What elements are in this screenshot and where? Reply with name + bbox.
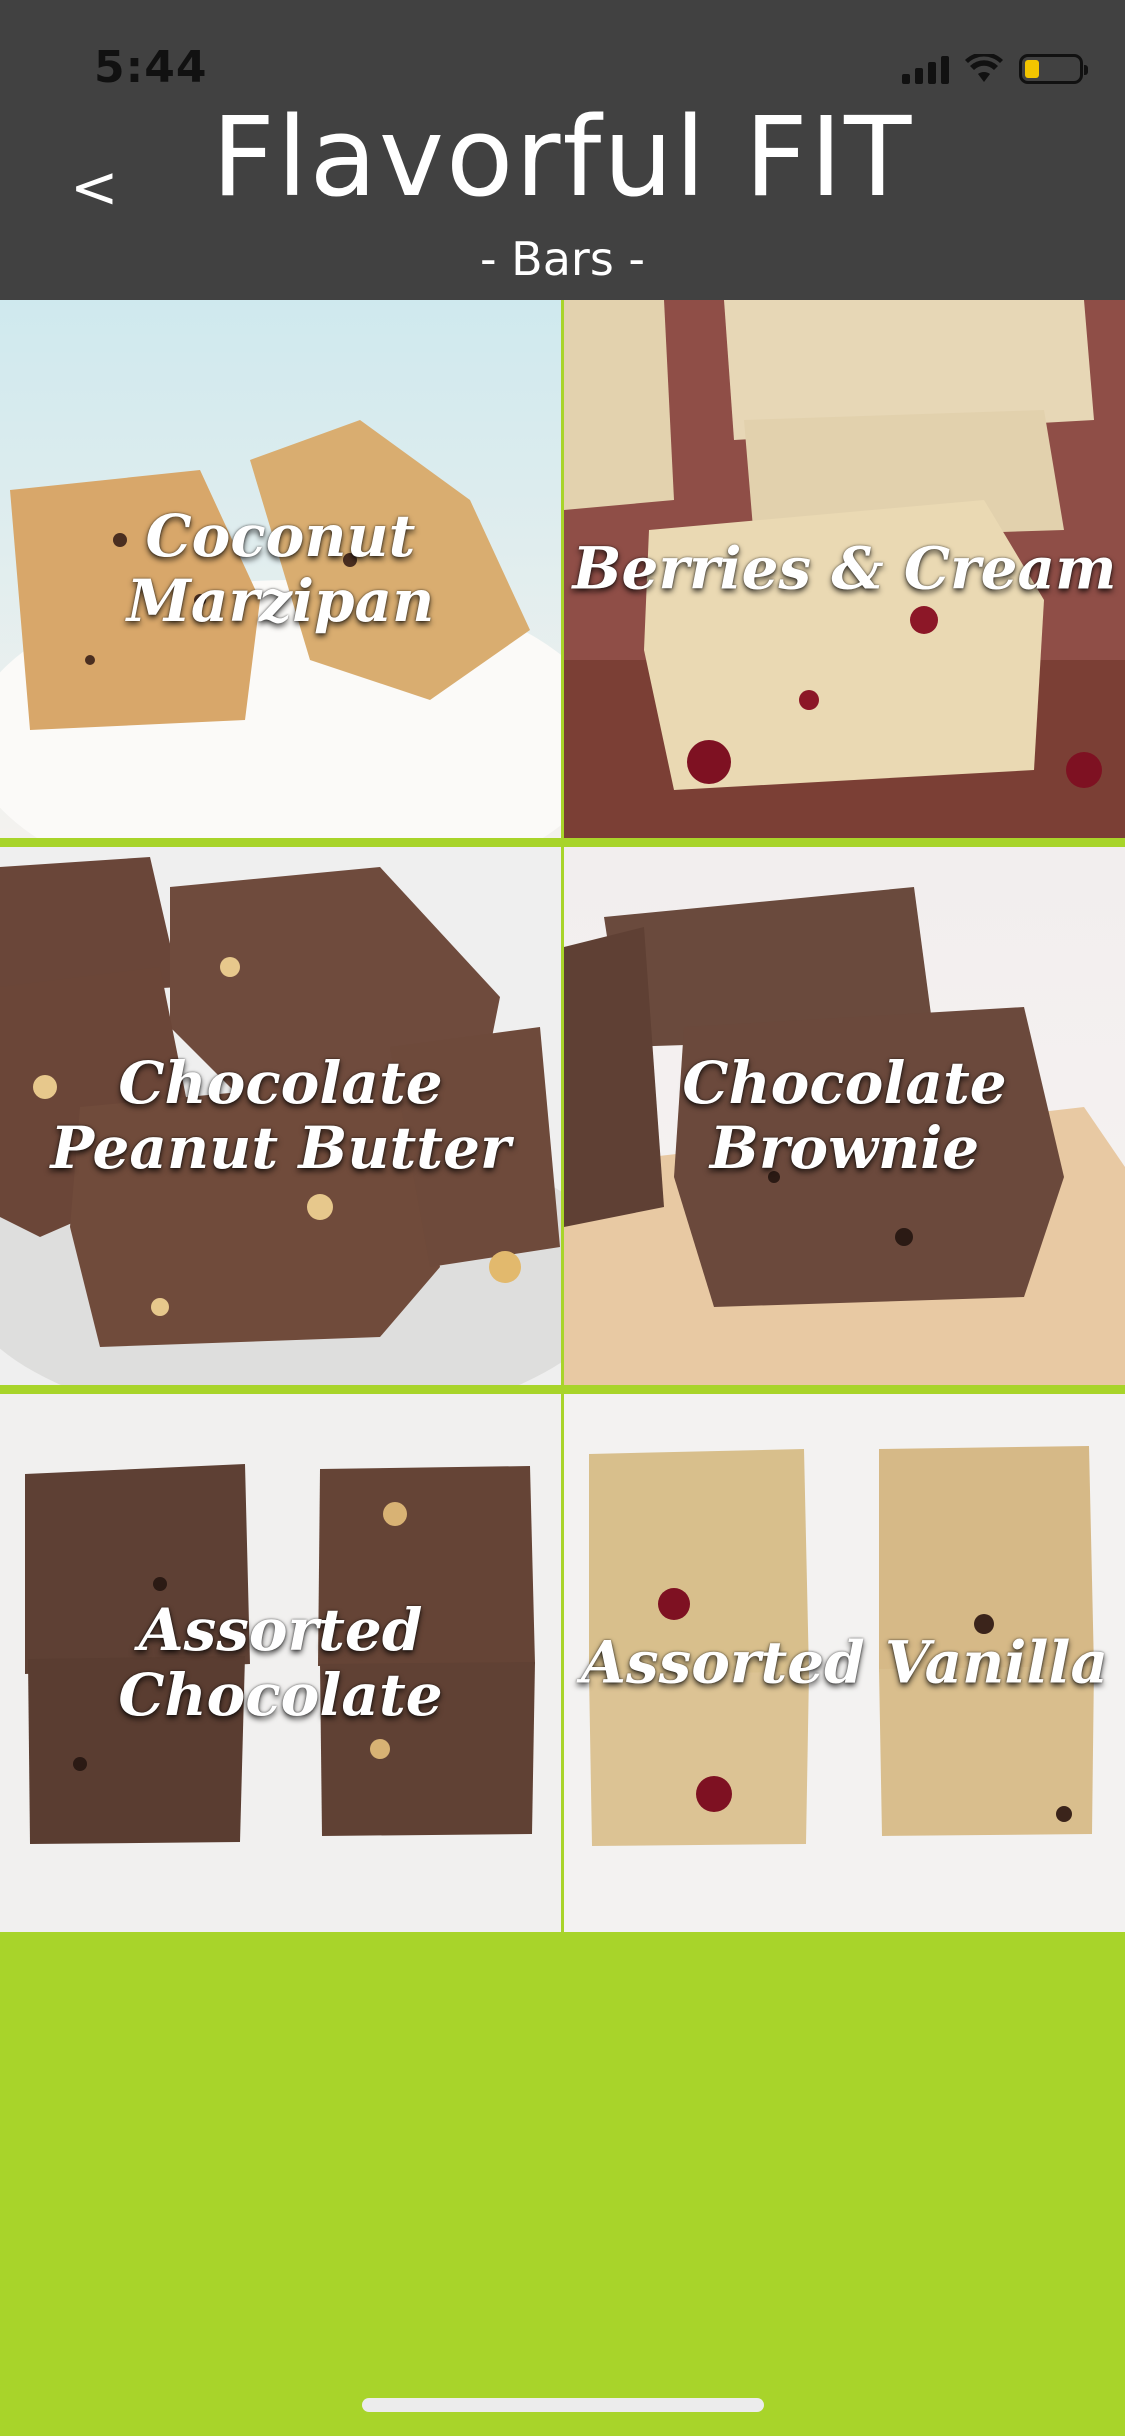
- home-indicator: [362, 2398, 764, 2412]
- bar-label: Chocolate Peanut Butter: [50, 1049, 511, 1182]
- bar-label: Coconut Marzipan: [126, 502, 435, 635]
- bar-tile-coconut-marzipan[interactable]: Coconut Marzipan: [0, 300, 561, 838]
- status-icons: [902, 52, 1088, 86]
- bars-grid: Coconut Marzipan Berries & Cream Chocola…: [0, 300, 1125, 1932]
- status-time: 5:44: [94, 42, 208, 93]
- bar-label: Berries & Cream: [572, 534, 1117, 603]
- wifi-icon: [965, 54, 1003, 82]
- bar-tile-assorted-chocolate[interactable]: Assorted Chocolate: [0, 1394, 561, 1932]
- bar-label: Assorted Vanilla: [580, 1628, 1109, 1697]
- header-bar: 5:44 < Flavorful FIT - Bars -: [0, 0, 1125, 300]
- bar-label: Assorted Chocolate: [118, 1596, 443, 1729]
- bar-tile-assorted-vanilla[interactable]: Assorted Vanilla: [564, 1394, 1125, 1932]
- bar-tile-berries-cream[interactable]: Berries & Cream: [564, 300, 1125, 838]
- signal-icon: [902, 54, 949, 84]
- page-subtitle: - Bars -: [479, 232, 646, 286]
- battery-icon: [1019, 54, 1088, 84]
- bar-tile-chocolate-brownie[interactable]: Chocolate Brownie: [564, 847, 1125, 1385]
- bar-tile-chocolate-peanut-butter[interactable]: Chocolate Peanut Butter: [0, 847, 561, 1385]
- bar-label: Chocolate Brownie: [682, 1049, 1007, 1182]
- page-title: Flavorful FIT: [211, 93, 914, 221]
